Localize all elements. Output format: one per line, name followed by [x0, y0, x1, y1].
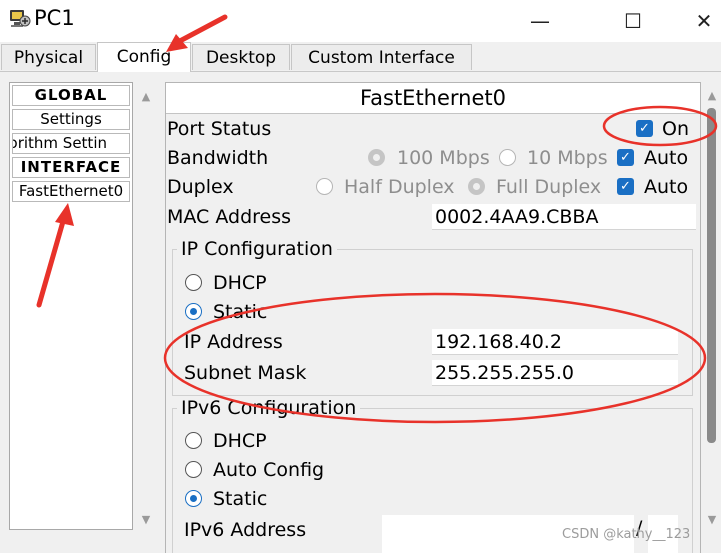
csdn-watermark: CSDN @kathy__123: [562, 527, 691, 542]
circle-ip-settings: [163, 292, 707, 424]
annotation-overlay: [36, 14, 718, 424]
arrow-head-fastethernet-icon: [55, 203, 74, 226]
circle-port-status-on: [602, 105, 718, 147]
arrow-to-fastethernet0: [36, 215, 67, 308]
arrow-to-config-tab: [175, 14, 228, 45]
